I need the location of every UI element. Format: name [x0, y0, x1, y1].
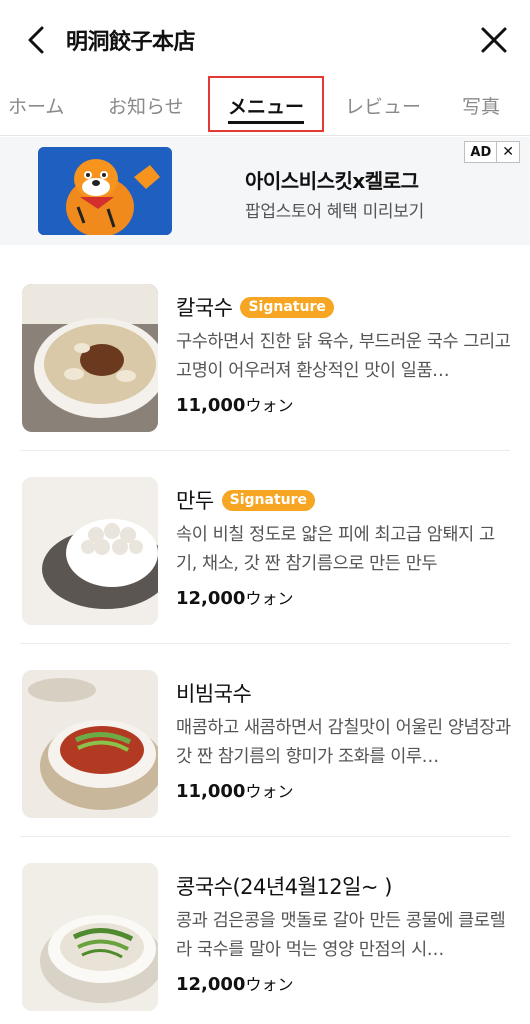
menu-item-price: 11,000ウォン	[176, 778, 293, 802]
ad-banner[interactable]: 아이스비스킷x켈로그 팝업스토어 혜택 미리보기 AD ✕	[0, 137, 530, 245]
menu-item-description: 구수하면서 진한 닭 육수, 부드러운 국수 그리고 고명이 어우러져 환상적인…	[176, 332, 511, 381]
menu-item-header: 칼국수 Signature	[176, 292, 334, 322]
menu-item[interactable]: 만두 Signature 속이 비칠 정도로 얇은 피에 최고급 암퇘지 고기,…	[0, 451, 530, 644]
menu-item-name: 칼국수	[176, 296, 233, 320]
price-value: 12,000	[176, 588, 246, 609]
signature-badge: Signature	[240, 296, 334, 318]
price-unit: ウォン	[245, 782, 294, 801]
ad-subtitle: 팝업스토어 혜택 미리보기	[245, 202, 424, 222]
ad-badge: AD ✕	[464, 141, 520, 163]
menu-item-price: 12,000ウォン	[176, 971, 293, 995]
tab-photos[interactable]: 写真	[462, 92, 500, 119]
menu-item-price: 12,000ウォン	[176, 585, 293, 609]
menu-item-header: 비빔국수	[176, 678, 252, 708]
menu-item-price: 11,000ウォン	[176, 392, 293, 416]
bibimguksu-photo	[22, 670, 158, 818]
close-button[interactable]	[480, 26, 508, 54]
ad-title: 아이스비스킷x켈로그	[245, 169, 419, 193]
tab-bar: ホーム お知らせ メニュー レビュー 写真	[0, 76, 530, 136]
tab-menu-label: メニュー	[227, 96, 304, 118]
menu-item-name: 만두	[176, 489, 214, 513]
price-unit: ウォン	[245, 396, 294, 415]
menu-item-photo	[22, 670, 158, 818]
price-unit: ウォン	[245, 975, 294, 994]
menu-item[interactable]: 칼국수 Signature 구수하면서 진한 닭 육수, 부드러운 국수 그리고…	[0, 258, 530, 451]
price-value: 12,000	[176, 974, 246, 995]
ad-image[interactable]	[38, 147, 172, 235]
tab-menu[interactable]: メニュー	[208, 76, 324, 132]
ad-label: AD	[465, 142, 498, 162]
menu-item[interactable]: 콩국수(24년4월12일~ ) 콩과 검은콩을 맷돌로 갈아 만든 콩물에 클로…	[0, 837, 530, 1024]
menu-item-name: 콩국수(24년4월12일~ )	[176, 875, 392, 899]
back-button[interactable]	[22, 24, 52, 56]
tiger-mascot-icon	[38, 147, 172, 235]
price-value: 11,000	[176, 781, 246, 802]
menu-item-photo	[22, 477, 158, 625]
menu-item-description: 속이 비칠 정도로 얇은 피에 최고급 암퇘지 고기, 채소, 갓 짠 참기름으…	[176, 525, 495, 574]
signature-badge: Signature	[221, 489, 316, 511]
mandu-photo	[22, 477, 158, 625]
active-tab-indicator	[228, 121, 304, 124]
tab-notices[interactable]: お知らせ	[108, 92, 184, 119]
page-title: 明洞餃子本店	[66, 30, 196, 55]
tab-home[interactable]: ホーム	[8, 92, 64, 119]
tab-reviews[interactable]: レビュー	[345, 92, 421, 119]
price-unit: ウォン	[245, 589, 294, 608]
menu-item-header: 만두 Signature	[176, 485, 316, 515]
chevron-left-icon	[28, 26, 44, 54]
menu-item-photo	[22, 284, 158, 432]
price-value: 11,000	[176, 395, 246, 416]
close-icon	[481, 27, 507, 53]
ad-close-button[interactable]: ✕	[497, 144, 519, 160]
menu-item-header: 콩국수(24년4월12일~ )	[176, 871, 392, 901]
menu-item-description: 매콤하고 새콤하면서 감칠맛이 어울린 양념장과 갓 짠 참기름의 향미가 조화…	[176, 718, 511, 767]
menu-item[interactable]: 비빔국수 매콤하고 새콤하면서 감칠맛이 어울린 양념장과 갓 짠 참기름의 향…	[0, 644, 530, 837]
menu-item-name: 비빔국수	[176, 682, 252, 706]
kalguksu-photo	[22, 284, 158, 432]
header-bar: 明洞餃子本店	[0, 0, 530, 82]
menu-item-photo	[22, 863, 158, 1011]
kongguksu-photo	[22, 863, 158, 1011]
menu-item-description: 콩과 검은콩을 맷돌로 갈아 만든 콩물에 클로렐라 국수를 말아 먹는 영양 …	[176, 911, 506, 960]
